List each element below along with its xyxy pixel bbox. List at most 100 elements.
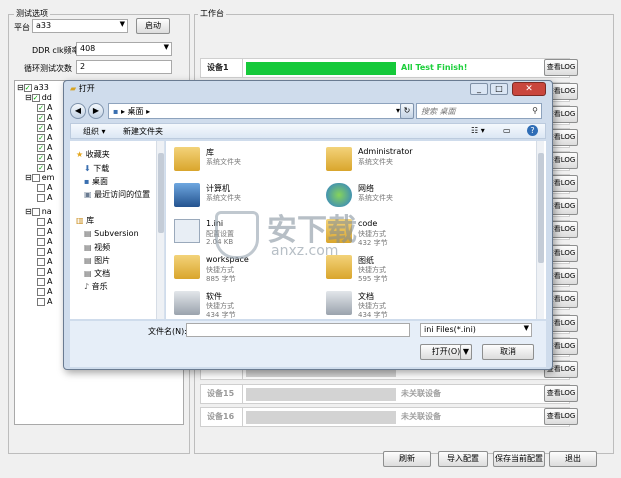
tree-node[interactable]: ✓ A (37, 163, 52, 173)
file-item[interactable]: 文档 快捷方式 434 字节 (326, 289, 476, 319)
close-button[interactable]: ✕ (512, 82, 546, 96)
tree-node[interactable]: ✓ A (37, 153, 52, 163)
device-row: 设备1 All Test Finish! (200, 58, 570, 78)
device-name: 设备16 (201, 408, 243, 426)
open-dropdown-button[interactable]: ▼ (460, 344, 472, 360)
exit-button[interactable]: 退出 (549, 451, 597, 467)
forward-button[interactable]: ▶ (88, 103, 104, 119)
view-log-button[interactable]: 查看LOG (544, 385, 578, 402)
user-folder-icon (326, 147, 352, 171)
computer-icon (174, 183, 200, 207)
cancel-button[interactable]: 取消 (482, 344, 534, 360)
file-item[interactable]: 库 系统文件夹 (174, 145, 324, 179)
tree-node[interactable]: ✓ A (37, 143, 52, 153)
file-list-scrollbar[interactable] (536, 141, 544, 319)
chevron-down-icon: ▼ (119, 20, 125, 28)
nav-desktop[interactable]: ▪ 桌面 (84, 176, 108, 187)
minimize-button[interactable]: _ (470, 83, 488, 95)
file-type-select[interactable]: ini Files(*.ini) ▼ (420, 323, 532, 337)
organize-menu[interactable]: 组织 ▾ (83, 126, 106, 137)
view-log-button[interactable]: 查看LOG (544, 408, 578, 425)
import-config-button[interactable]: 导入配置 (438, 451, 488, 467)
tree-node[interactable]: A (37, 193, 52, 203)
nav-music[interactable]: ♪ 音乐 (84, 281, 108, 292)
start-button[interactable]: 启动 (136, 18, 170, 34)
nav-scrollbar[interactable] (156, 141, 164, 319)
tree-node[interactable]: ✓ A (37, 133, 52, 143)
tree-node[interactable]: A (37, 237, 52, 247)
device-progress-bar (246, 411, 396, 424)
tree-node[interactable]: ✓ A (37, 113, 52, 123)
download-icon: ⬇ (84, 164, 91, 173)
tree-node[interactable]: A (37, 217, 52, 227)
tree-node[interactable]: A (37, 257, 52, 267)
tree-node[interactable]: A (37, 297, 52, 307)
nav-favorites[interactable]: ★ 收藏夹 (76, 149, 110, 160)
desktop-icon: ▪ (113, 107, 119, 116)
device-status: 未关联设备 (401, 389, 441, 398)
refresh-icon[interactable]: ↻ (400, 103, 414, 119)
tree-node[interactable]: ⊟✓ a33 (17, 83, 49, 93)
device-progress-bar (246, 62, 396, 75)
watermark-en: anxz.com (271, 243, 339, 259)
tree-node[interactable]: A (37, 267, 52, 277)
search-input[interactable]: 搜索 桌面 ⚲ (416, 103, 542, 119)
picture-icon: ▤ (84, 256, 92, 265)
platform-select-value: a33 (36, 21, 52, 30)
maximize-button[interactable]: □ (490, 83, 508, 95)
refresh-button[interactable]: 刷新 (383, 451, 431, 467)
nav-documents[interactable]: ▤ 文档 (84, 268, 110, 279)
view-options-icon[interactable]: ☷ ▾ (471, 126, 485, 135)
tree-node[interactable]: A (37, 287, 52, 297)
view-log-button[interactable]: 查看LOG (544, 59, 578, 76)
address-bar[interactable]: ▪ ▸ 桌面 ▸ ▾ (108, 103, 404, 119)
address-separator-icon: ▸ (120, 107, 125, 116)
tree-node[interactable]: ⊟✓ dd (25, 93, 52, 103)
tree-node[interactable]: A (37, 247, 52, 257)
loop-count-label: 循环测试次数 (24, 64, 72, 73)
tree-node[interactable]: A (37, 227, 52, 237)
nav-subversion[interactable]: ▤ Subversion (84, 229, 139, 238)
file-item[interactable]: 图纸 快捷方式 595 字节 (326, 253, 476, 287)
recent-places-icon: ▣ (84, 190, 92, 199)
nav-scroll-thumb[interactable] (158, 153, 164, 233)
tree-node[interactable]: ✓ A (37, 123, 52, 133)
preview-pane-icon[interactable]: ▭ (503, 126, 511, 135)
tree-node[interactable]: ⊟ na (25, 207, 52, 217)
test-options-title: 测试选项 (14, 8, 50, 19)
shortcut-drive-icon (174, 291, 200, 315)
platform-select[interactable]: a33 ▼ (32, 19, 128, 33)
loop-count-input[interactable]: 2 (76, 60, 172, 74)
nav-libraries[interactable]: ▥ 库 (76, 215, 94, 226)
new-folder-button[interactable]: 新建文件夹 (123, 126, 163, 137)
file-item[interactable]: 软件 快捷方式 434 字节 (174, 289, 324, 319)
file-list-scroll-thumb[interactable] (538, 153, 544, 263)
ddr-clk-label: DDR clk频率 (32, 46, 80, 55)
help-icon[interactable]: ? (527, 125, 538, 136)
nav-videos[interactable]: ▤ 视频 (84, 242, 110, 253)
ddr-clk-select[interactable]: 408 ▼ (76, 42, 172, 56)
settings-file-icon (174, 219, 200, 243)
file-item[interactable]: Administrator 系统文件夹 (326, 145, 476, 179)
shortcut-folder-icon (174, 255, 200, 279)
navigation-pane: ★ 收藏夹 ⬇ 下载 ▪ 桌面 ▣ 最近访问的位置 ▥ 库 ▤ Subversi… (70, 141, 165, 319)
folder-icon: ▰ (70, 84, 77, 93)
filename-input[interactable] (186, 323, 410, 337)
device-name: 设备15 (201, 385, 243, 403)
dialog-title: ▰ 打开 (70, 84, 95, 93)
document-icon: ▤ (84, 269, 92, 278)
nav-pictures[interactable]: ▤ 图片 (84, 255, 110, 266)
save-config-button[interactable]: 保存当前配置 (493, 451, 545, 467)
tree-node[interactable]: ⊟ em (25, 173, 54, 183)
back-button[interactable]: ◀ (70, 103, 86, 119)
nav-downloads[interactable]: ⬇ 下载 (84, 163, 109, 174)
device-progress-bar (246, 388, 396, 401)
tree-node[interactable]: ✓ A (37, 103, 52, 113)
tree-node[interactable]: A (37, 183, 52, 193)
video-icon: ▤ (84, 243, 92, 252)
dialog-bottom-area: 文件名(N): ini Files(*.ini) ▼ 打开(O) ▼ 取消 (70, 321, 546, 367)
tree-node[interactable]: A (37, 277, 52, 287)
desktop-icon: ▪ (84, 177, 90, 186)
dialog-toolbar: 组织 ▾ 新建文件夹 ☷ ▾ ▭ ? (70, 123, 546, 139)
nav-recent[interactable]: ▣ 最近访问的位置 (84, 189, 150, 200)
